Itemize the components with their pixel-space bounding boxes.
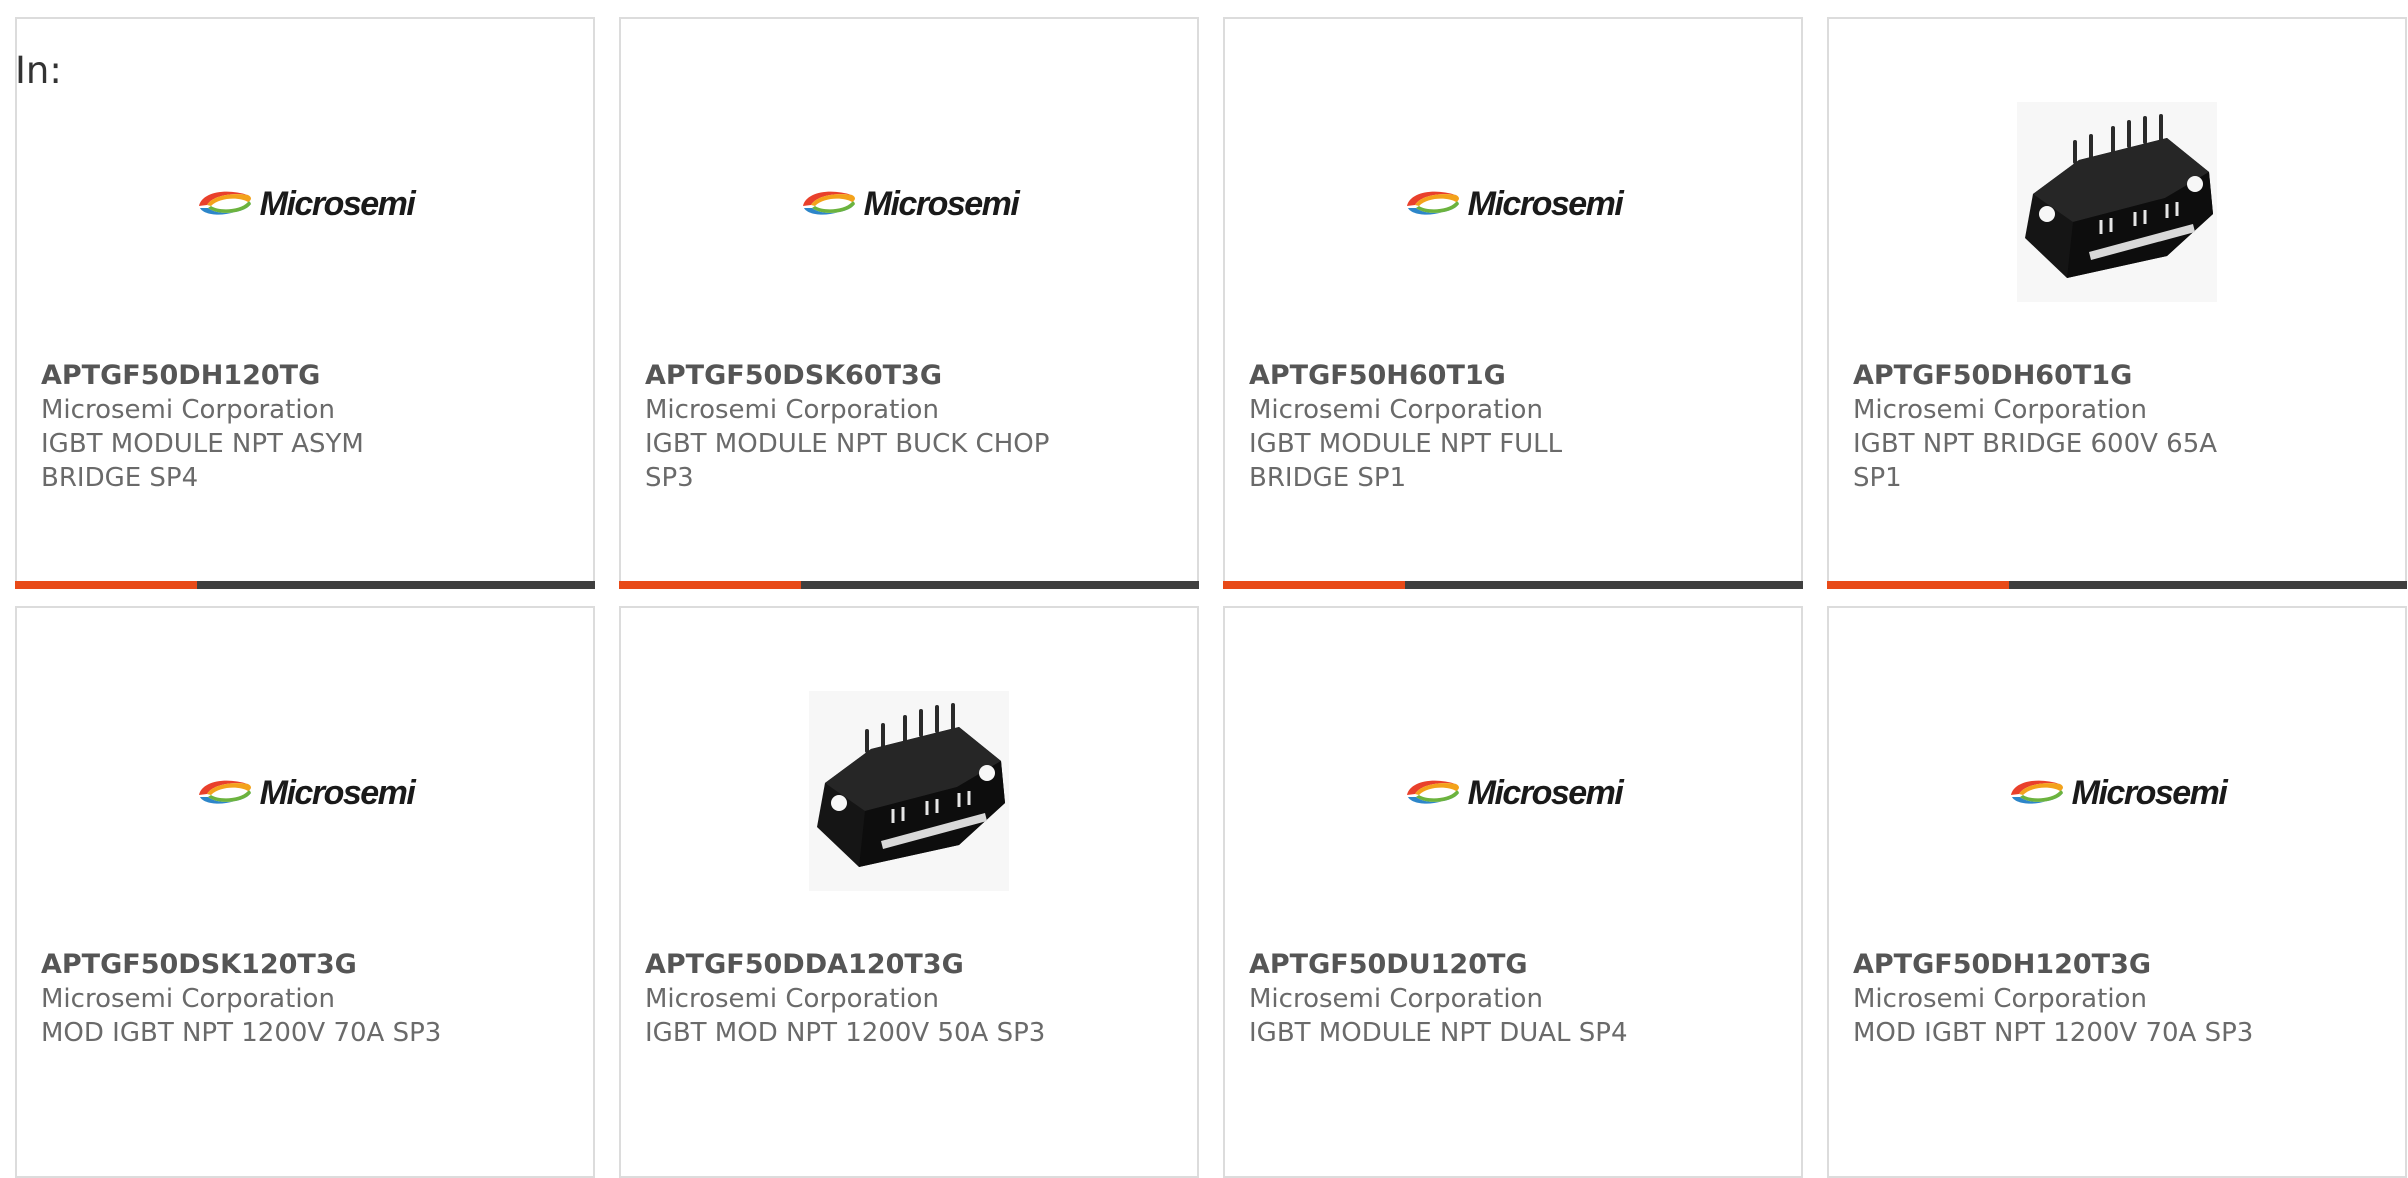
manufacturer: Microsemi Corporation [41, 984, 335, 1014]
manufacturer: Microsemi Corporation [645, 395, 939, 425]
product-card[interactable]: Microsemi APTGF50H60T1G Microsemi Corpor… [1223, 17, 1803, 589]
module-photo[interactable] [2017, 102, 2217, 306]
card-accent-highlight [1223, 581, 1405, 589]
microsemi-swirl-icon [800, 186, 858, 222]
manufacturer: Microsemi Corporation [645, 984, 939, 1014]
part-number-link[interactable]: APTGF50DH60T1G [1853, 359, 2381, 393]
product-card[interactable]: Microsemi APTGF50DSK120T3G Microsemi Cor… [15, 606, 595, 1178]
product-card[interactable]: Microsemi APTGF50DSK60T3G Microsemi Corp… [619, 17, 1199, 589]
logo-text: Microsemi [1467, 773, 1624, 812]
logo-text: Microsemi [259, 773, 416, 812]
microsemi-logo[interactable]: Microsemi [1404, 184, 1624, 224]
microsemi-logo[interactable]: Microsemi [800, 184, 1020, 224]
microsemi-logo[interactable]: Microsemi [196, 184, 416, 224]
product-image[interactable]: Microsemi [17, 79, 593, 329]
product-card[interactable]: Microsemi APTGF50DH120T3G Microsemi Corp… [1827, 606, 2407, 1178]
manufacturer: Microsemi Corporation [1249, 984, 1543, 1014]
card-accent-bar [619, 581, 1199, 589]
microsemi-swirl-icon [196, 186, 254, 222]
product-info: APTGF50DDA120T3G Microsemi Corporation I… [645, 948, 1173, 1050]
manufacturer: Microsemi Corporation [41, 395, 335, 425]
part-number-link[interactable]: APTGF50DSK120T3G [41, 948, 569, 982]
manufacturer: Microsemi Corporation [1853, 395, 2147, 425]
page-heading: In: [15, 49, 62, 92]
card-accent-bar [1223, 581, 1803, 589]
part-number-link[interactable]: APTGF50H60T1G [1249, 359, 1777, 393]
product-description: MOD IGBT NPT 1200V 70A SP3 [41, 1018, 442, 1048]
product-info: APTGF50DH60T1G Microsemi Corporation IGB… [1853, 359, 2381, 495]
part-number-link[interactable]: APTGF50DU120TG [1249, 948, 1777, 982]
manufacturer: Microsemi Corporation [1853, 984, 2147, 1014]
product-image[interactable]: Microsemi [17, 668, 593, 918]
product-card[interactable]: Microsemi APTGF50DH120TG Microsemi Corpo… [15, 17, 595, 589]
product-description: IGBT MODULE NPT FULL BRIDGE SP1 [1249, 429, 1563, 493]
part-number-link[interactable]: APTGF50DH120T3G [1853, 948, 2381, 982]
card-accent-highlight [15, 581, 197, 589]
part-number-link[interactable]: APTGF50DDA120T3G [645, 948, 1173, 982]
microsemi-logo[interactable]: Microsemi [196, 773, 416, 813]
product-description: IGBT MOD NPT 1200V 50A SP3 [645, 1018, 1046, 1048]
product-image[interactable]: Microsemi [621, 79, 1197, 329]
product-info: APTGF50DSK60T3G Microsemi Corporation IG… [645, 359, 1173, 495]
product-grid: Microsemi APTGF50DH120TG Microsemi Corpo… [15, 17, 2407, 1178]
microsemi-swirl-icon [1404, 186, 1462, 222]
card-accent-bar [15, 581, 595, 589]
product-description: MOD IGBT NPT 1200V 70A SP3 [1853, 1018, 2254, 1048]
product-description: IGBT MODULE NPT BUCK CHOP SP3 [645, 429, 1050, 493]
product-image[interactable]: Microsemi [1829, 668, 2405, 918]
manufacturer: Microsemi Corporation [1249, 395, 1543, 425]
product-description: IGBT NPT BRIDGE 600V 65A SP1 [1853, 429, 2218, 493]
part-number-link[interactable]: APTGF50DSK60T3G [645, 359, 1173, 393]
product-image[interactable]: Microsemi [1225, 79, 1801, 329]
product-info: APTGF50H60T1G Microsemi Corporation IGBT… [1249, 359, 1777, 495]
logo-text: Microsemi [2071, 773, 2228, 812]
product-description: IGBT MODULE NPT DUAL SP4 [1249, 1018, 1628, 1048]
product-description: IGBT MODULE NPT ASYM BRIDGE SP4 [41, 429, 364, 493]
product-info: APTGF50DU120TG Microsemi Corporation IGB… [1249, 948, 1777, 1050]
product-info: APTGF50DH120T3G Microsemi Corporation MO… [1853, 948, 2381, 1050]
product-image[interactable] [621, 668, 1197, 918]
card-accent-highlight [1827, 581, 2009, 589]
microsemi-swirl-icon [2008, 775, 2066, 811]
product-card[interactable]: APTGF50DH60T1G Microsemi Corporation IGB… [1827, 17, 2407, 589]
logo-text: Microsemi [259, 184, 416, 223]
microsemi-swirl-icon [196, 775, 254, 811]
module-photo[interactable] [809, 691, 1009, 895]
logo-text: Microsemi [1467, 184, 1624, 223]
product-image[interactable] [1829, 79, 2405, 329]
microsemi-logo[interactable]: Microsemi [1404, 773, 1624, 813]
microsemi-logo[interactable]: Microsemi [2008, 773, 2228, 813]
logo-text: Microsemi [863, 184, 1020, 223]
card-accent-bar [1827, 581, 2407, 589]
card-accent-highlight [619, 581, 801, 589]
product-image[interactable]: Microsemi [1225, 668, 1801, 918]
part-number-link[interactable]: APTGF50DH120TG [41, 359, 569, 393]
product-info: APTGF50DH120TG Microsemi Corporation IGB… [41, 359, 569, 495]
microsemi-swirl-icon [1404, 775, 1462, 811]
product-info: APTGF50DSK120T3G Microsemi Corporation M… [41, 948, 569, 1050]
product-card[interactable]: APTGF50DDA120T3G Microsemi Corporation I… [619, 606, 1199, 1178]
product-card[interactable]: Microsemi APTGF50DU120TG Microsemi Corpo… [1223, 606, 1803, 1178]
